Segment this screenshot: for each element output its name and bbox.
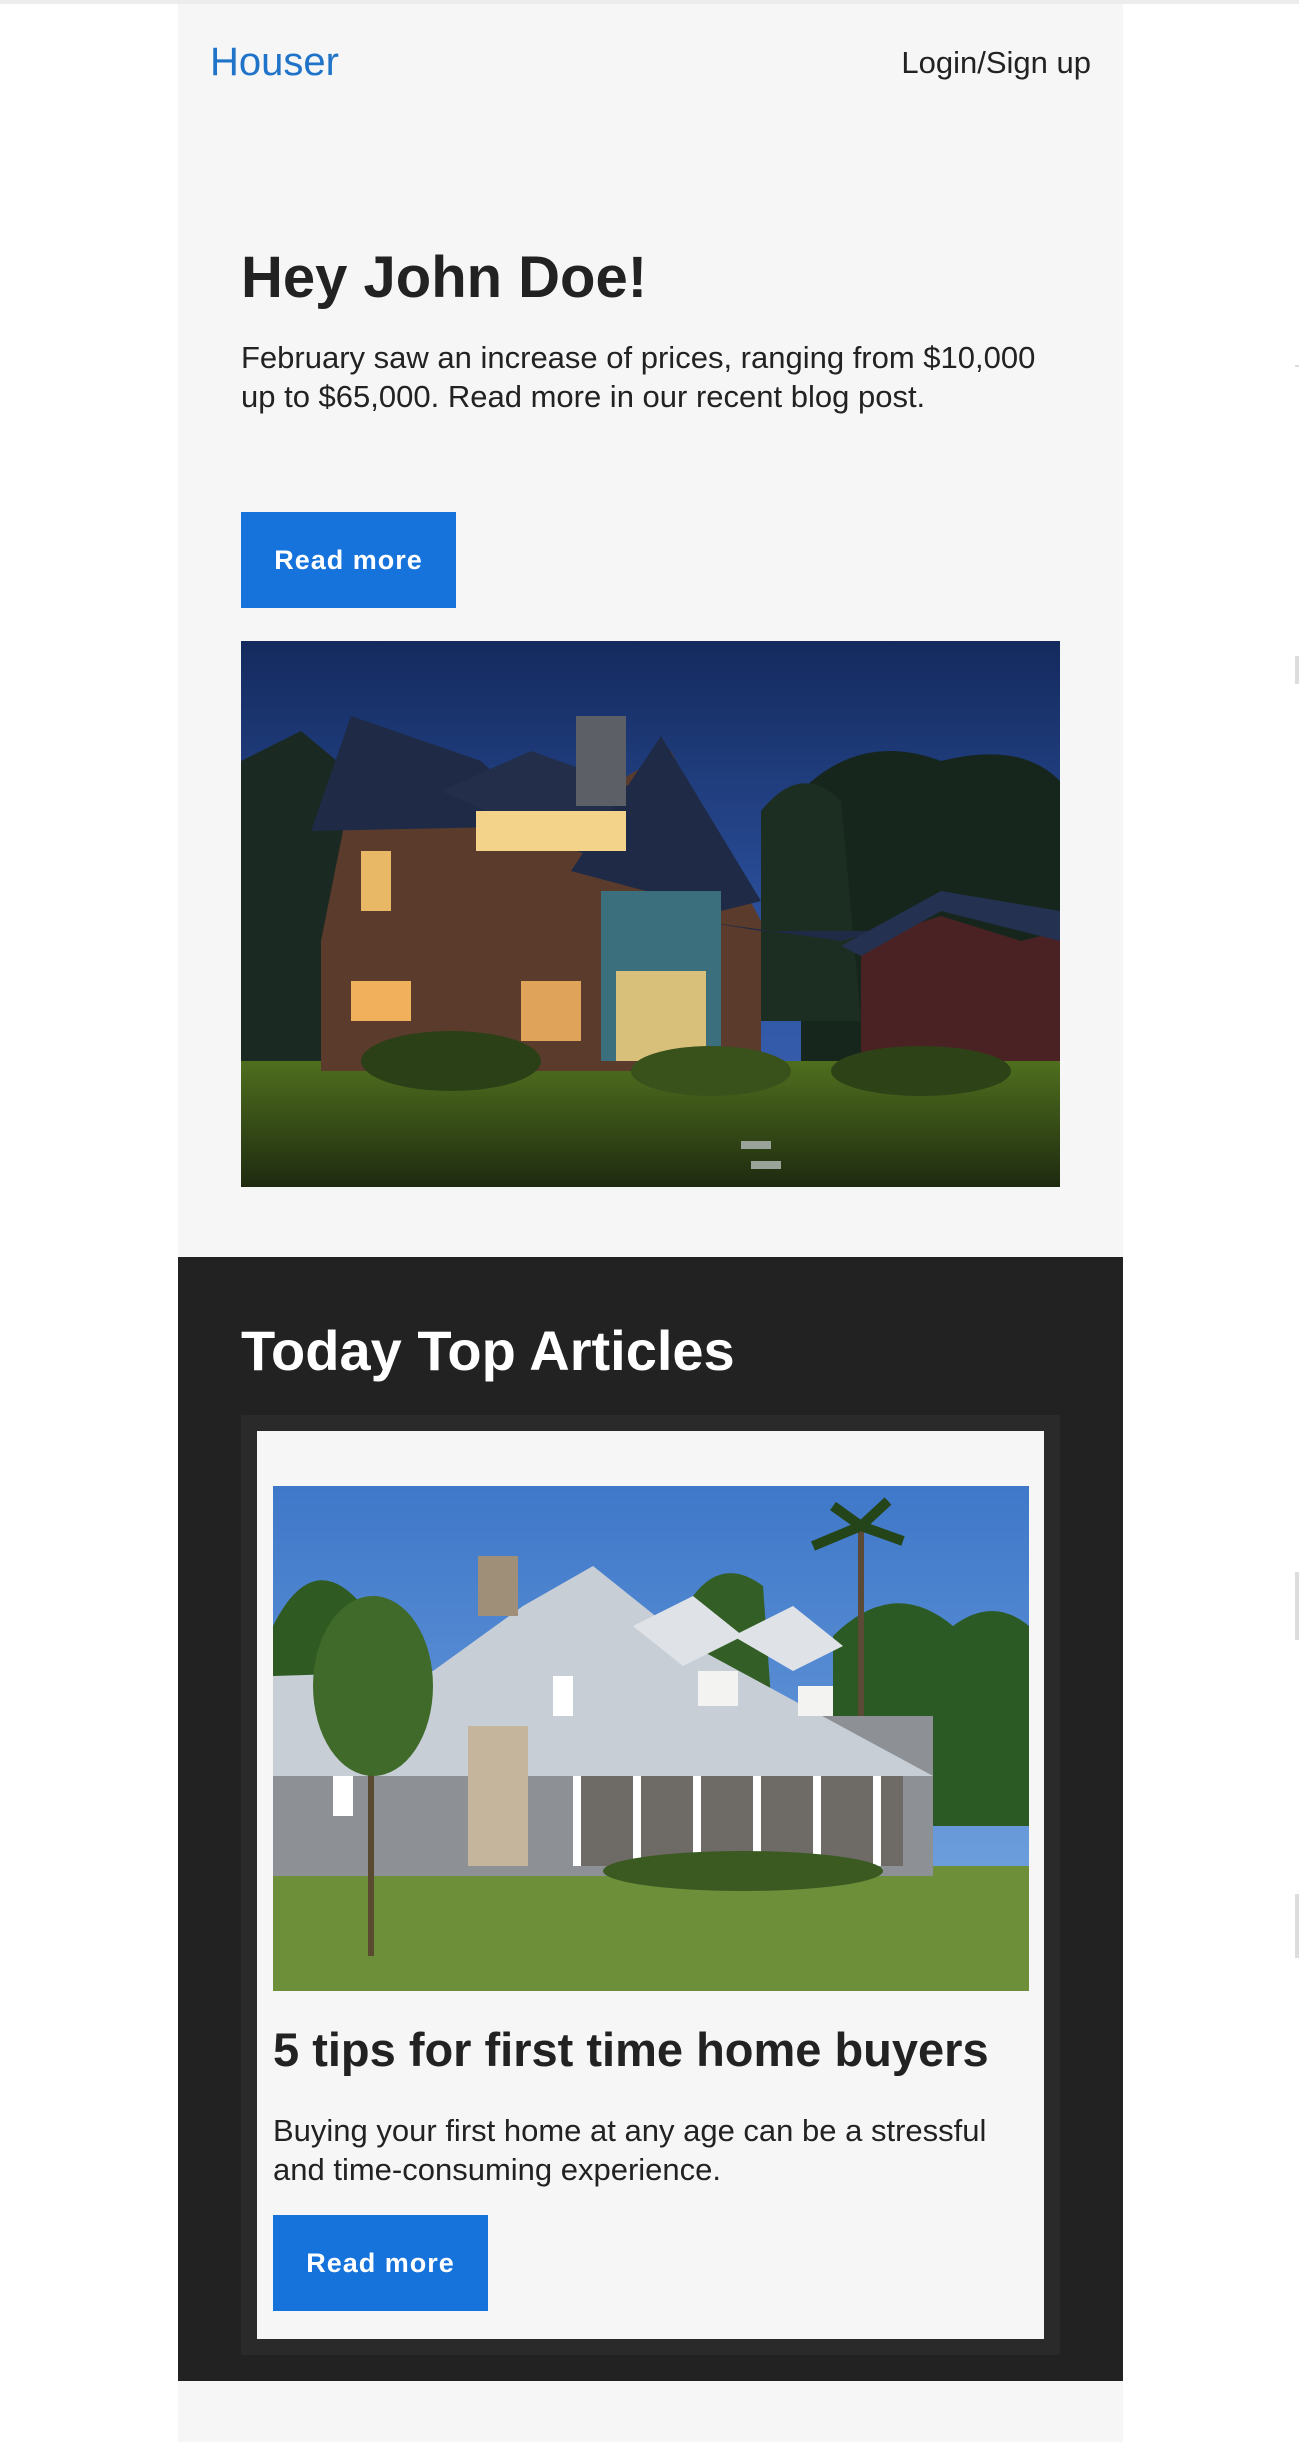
email-column: Houser Login/Sign up Hey John Doe! Febru… — [178, 4, 1123, 2442]
article-image — [273, 1486, 1029, 1991]
article-title[interactable]: 5 tips for first time home buyers — [273, 2022, 989, 2078]
brand-logo[interactable]: Houser — [210, 38, 339, 86]
house-daytime-image — [273, 1486, 1029, 1991]
article-card: 5 tips for first time home buyers Buying… — [257, 1431, 1044, 2339]
article-card-frame: 5 tips for first time home buyers Buying… — [241, 1415, 1060, 2355]
hero-image — [241, 641, 1060, 1187]
header: Houser Login/Sign up — [178, 4, 1123, 119]
hero-read-more-button[interactable]: Read more — [241, 512, 456, 608]
edge-artifact — [1295, 656, 1299, 684]
edge-artifact — [1295, 365, 1299, 367]
top-articles-section: Today Top Articles 5 tips for first time… — [178, 1257, 1123, 2381]
article-excerpt: Buying your first home at any age can be… — [273, 2113, 987, 2187]
hero-text: February saw an increase of prices, rang… — [241, 340, 1036, 414]
house-at-dusk-image — [241, 641, 1060, 1187]
article-read-more-button[interactable]: Read more — [273, 2215, 488, 2311]
edge-artifact — [1295, 1894, 1299, 1958]
hero-title: Hey John Doe! — [241, 245, 648, 310]
edge-artifact — [1295, 1572, 1299, 1640]
articles-title: Today Top Articles — [241, 1319, 735, 1382]
login-signup-link[interactable]: Login/Sign up — [901, 44, 1091, 82]
